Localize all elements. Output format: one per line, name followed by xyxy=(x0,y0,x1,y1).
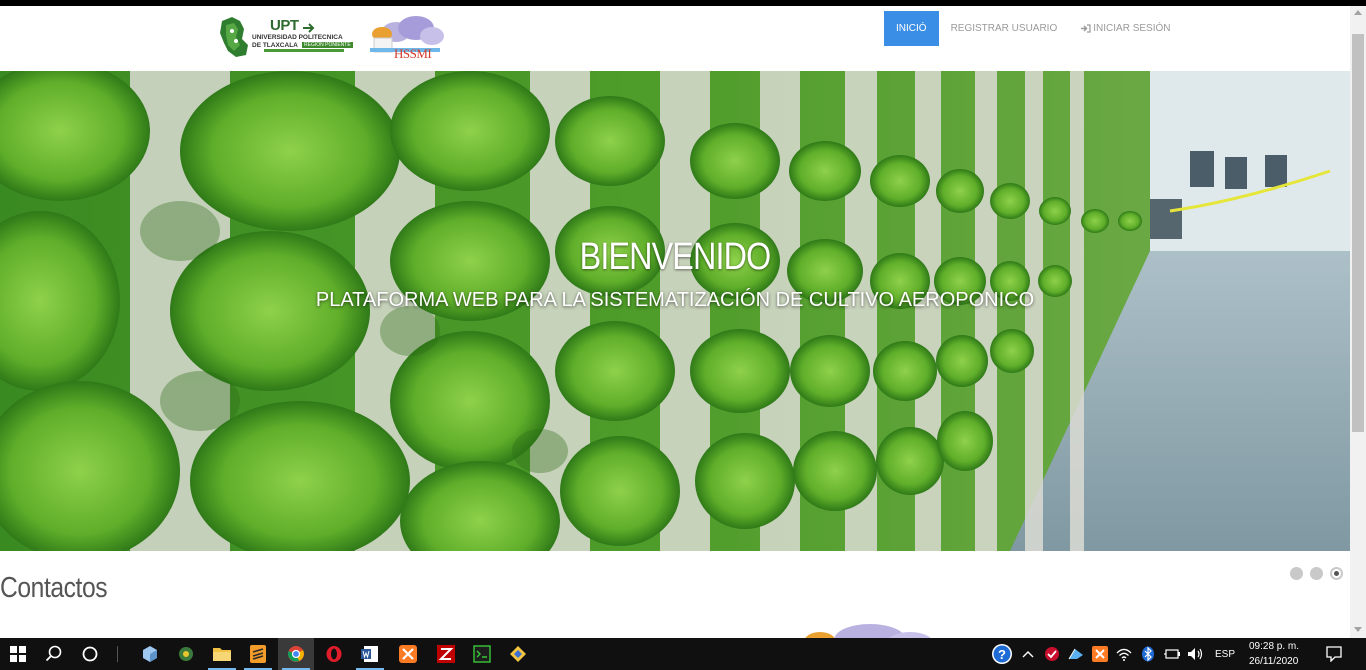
taskbar-filezilla[interactable] xyxy=(428,638,464,670)
carousel-dot-2[interactable] xyxy=(1310,567,1323,580)
taskbar-xampp[interactable] xyxy=(390,638,426,670)
upt-region-tag: REGION PONIENTE xyxy=(302,42,353,48)
windows-logo-icon xyxy=(10,646,26,662)
opera-icon xyxy=(326,646,342,662)
nav-registrar-label: REGISTRAR USUARIO xyxy=(950,23,1058,34)
scroll-thumb[interactable] xyxy=(1352,34,1364,432)
navbar: UPT UNIVERSIDAD POLITECNICA DE TLAXCALA … xyxy=(0,6,1350,71)
carousel-dot-1[interactable] xyxy=(1290,567,1303,580)
clock-time[interactable]: 09:28 p. m. xyxy=(1249,641,1299,652)
tray-volume[interactable] xyxy=(1178,638,1214,670)
windows-taskbar: ? ESP 09:28 p. m. 26/11/2020 xyxy=(0,638,1366,670)
language-indicator[interactable]: ESP xyxy=(1215,649,1235,660)
nav-iniciar-label: INICIAR SESIÓN xyxy=(1093,23,1171,34)
filezilla-icon xyxy=(437,645,455,663)
cortana-button[interactable] xyxy=(72,638,108,670)
nav-iniciar-sesion[interactable]: INICIAR SESIÓN xyxy=(1069,11,1182,46)
hssmi-wordmark: HSSMI xyxy=(394,46,432,61)
scroll-up-arrow-icon[interactable] xyxy=(1354,10,1362,15)
nav-registrar-usuario[interactable]: REGISTRAR USUARIO xyxy=(939,11,1070,46)
taskbar-divider xyxy=(117,646,118,662)
sublime-text-icon xyxy=(250,645,266,663)
contacts-logo-image xyxy=(805,624,931,638)
upt-name-line2: DE TLAXCALA xyxy=(252,42,298,49)
taskbar-word[interactable] xyxy=(352,638,388,670)
taskbar-tool[interactable] xyxy=(500,638,536,670)
carousel-indicators xyxy=(1290,567,1343,580)
clock-date[interactable]: 26/11/2020 xyxy=(1249,656,1298,667)
chevron-up-icon xyxy=(1022,651,1034,658)
taskbar-app-network[interactable] xyxy=(168,638,204,670)
svg-text:?: ? xyxy=(998,647,1006,662)
hssmi-logo[interactable]: HSSMI xyxy=(366,14,448,62)
chrome-icon xyxy=(288,646,304,662)
bluetooth-icon xyxy=(1142,646,1154,662)
upt-logo[interactable]: UPT UNIVERSIDAD POLITECNICA DE TLAXCALA … xyxy=(218,15,353,59)
taskbar-chrome[interactable] xyxy=(278,638,314,670)
network-app-icon xyxy=(179,647,193,661)
xampp-icon xyxy=(399,645,417,663)
taskbar-search-button[interactable] xyxy=(36,638,72,670)
upt-wordmark: UPT xyxy=(270,17,299,34)
search-icon xyxy=(45,645,62,662)
cube-app-icon xyxy=(143,646,157,662)
taskbar-file-explorer[interactable] xyxy=(204,638,240,670)
upt-arrow-icon xyxy=(303,23,315,33)
start-button[interactable] xyxy=(0,638,36,670)
contacts-heading: Contactos xyxy=(0,572,108,604)
volume-icon xyxy=(1188,648,1203,660)
taskbar-terminal[interactable] xyxy=(464,638,500,670)
nav-inicio[interactable]: INICIÓ xyxy=(884,11,939,46)
terminal-icon xyxy=(473,645,491,663)
scroll-down-arrow-icon[interactable] xyxy=(1354,627,1362,632)
notification-icon xyxy=(1326,646,1342,662)
sign-in-icon xyxy=(1081,24,1091,33)
hero-carousel[interactable]: BIENVENIDO PLATAFORMA WEB PARA LA SISTEM… xyxy=(0,71,1350,551)
hero-title: BIENVENIDO xyxy=(579,236,772,278)
upt-name-line1: UNIVERSIDAD POLITECNICA xyxy=(252,34,343,41)
folder-icon xyxy=(213,648,231,661)
main-nav: INICIÓ REGISTRAR USUARIO INICIAR SESIÓN xyxy=(884,11,1183,46)
page-scrollbar[interactable] xyxy=(1350,6,1366,638)
taskbar-app-cube[interactable] xyxy=(132,638,168,670)
action-center-button[interactable] xyxy=(1316,638,1352,670)
tool-app-icon xyxy=(510,646,526,662)
web-page: UPT UNIVERSIDAD POLITECNICA DE TLAXCALA … xyxy=(0,6,1350,638)
taskbar-opera[interactable] xyxy=(316,638,352,670)
word-icon xyxy=(361,646,378,662)
nav-inicio-label: INICIÓ xyxy=(896,23,927,34)
hero-subtitle: PLATAFORMA WEB PARA LA SISTEMATIZACIÓN D… xyxy=(315,289,1035,311)
cortana-circle-icon xyxy=(82,646,98,662)
taskbar-sublime[interactable] xyxy=(240,638,276,670)
upt-underline xyxy=(264,49,344,52)
carousel-dot-3[interactable] xyxy=(1330,567,1343,580)
